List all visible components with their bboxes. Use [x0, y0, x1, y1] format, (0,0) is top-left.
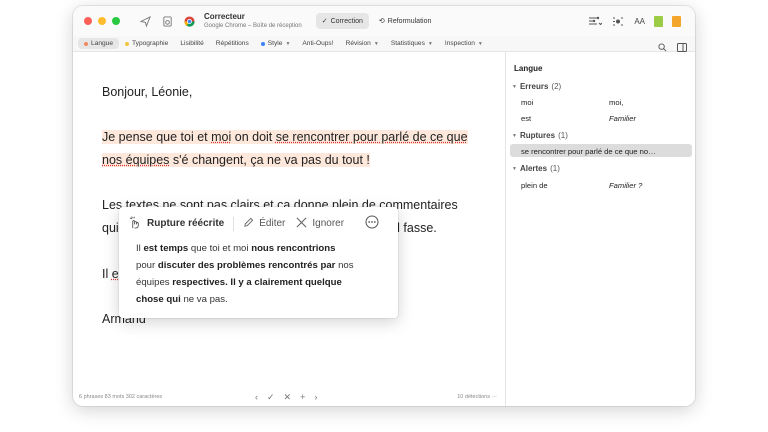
chevron-down-icon: ▼ — [512, 83, 517, 90]
rupture-text[interactable]: se rencontrer pour parlé de ce que — [276, 130, 468, 144]
category-label: Langue — [91, 40, 114, 47]
chevron-down-icon: ▼ — [427, 40, 433, 47]
chevron-down-icon: ▼ — [512, 165, 517, 172]
tab-reformulation-label: Reformulation — [387, 17, 432, 25]
category-label: Anti-Oups! — [302, 40, 334, 47]
category-label: Style — [267, 40, 283, 47]
category-anti-oups[interactable]: Anti-Oups! — [296, 38, 339, 49]
dictionary-green-icon[interactable] — [654, 15, 663, 27]
error-moi[interactable]: moi — [211, 130, 231, 144]
category-bar: Langue Typographie Lisibilité Répétition… — [73, 36, 695, 52]
group-ruptures[interactable]: ▼ Ruptures (1) — [512, 131, 568, 140]
document-stats: 6 phrases 83 mots 302 caractères — [79, 394, 163, 400]
accept-icon[interactable]: ✓ — [267, 392, 275, 403]
detection-navigation: ‹ ✓ ✕ + › — [255, 392, 317, 403]
add-icon[interactable]: + — [300, 392, 305, 403]
titlebar-tools: AA — [588, 14, 681, 28]
rewrite-hand-icon — [129, 215, 142, 232]
document-icon[interactable] — [160, 14, 174, 28]
category-label: Lisibilité — [180, 40, 204, 47]
category-typographie[interactable]: Typographie — [119, 38, 174, 49]
separator — [233, 216, 235, 231]
sidebar-title: Langue — [514, 64, 543, 73]
previous-icon[interactable]: ‹ — [255, 392, 258, 403]
dictionary-orange-icon[interactable] — [672, 15, 681, 27]
highlighted-text[interactable]: Je pense que toi et moi on doit se renco… — [102, 130, 468, 167]
ignore-button[interactable]: Ignorer — [312, 218, 344, 229]
minimize-window-button[interactable] — [98, 17, 106, 25]
group-erreurs[interactable]: ▼ Erreurs (2) — [512, 82, 561, 91]
close-window-button[interactable] — [84, 17, 92, 25]
typographie-dot — [125, 41, 130, 46]
send-icon[interactable] — [138, 14, 152, 28]
window-controls — [84, 17, 120, 25]
category-repetitions[interactable]: Répétitions — [210, 38, 255, 49]
rewrite-icon: ⟲ — [378, 18, 385, 25]
reject-icon[interactable]: ✕ — [284, 392, 292, 403]
rewrite-popover: Rupture réécrite Éditer Ignorer Il est t… — [119, 207, 398, 318]
close-icon[interactable] — [296, 217, 307, 231]
category-langue[interactable]: Langue — [78, 38, 120, 49]
langue-dot — [84, 41, 88, 46]
category-label: Révision — [345, 40, 371, 47]
greeting-line: Bonjour, Léonie, — [102, 85, 193, 99]
zoom-window-button[interactable] — [112, 17, 120, 25]
category-label: Statistiques — [390, 40, 425, 47]
app-subtitle: Google Chrome – Boîte de réception — [204, 23, 302, 29]
chevron-down-icon: ▼ — [512, 132, 517, 139]
checkmark-icon: ✓ — [321, 18, 328, 25]
detection-row[interactable]: plein de Familier ? — [521, 181, 691, 190]
chrome-icon — [182, 14, 196, 28]
pencil-icon[interactable] — [243, 217, 254, 231]
tab-correction[interactable]: ✓ Correction — [315, 13, 369, 29]
style-dot — [260, 41, 265, 46]
app-window: Correcteur Google Chrome – Boîte de réce… — [73, 6, 695, 406]
detection-row[interactable]: moi moi, — [521, 98, 691, 107]
detection-row-selected[interactable]: se rencontrer pour parlé de ce que no… — [521, 147, 691, 156]
category-label: Inspection — [444, 40, 475, 47]
detections-count[interactable]: 10 détections ··· — [457, 394, 497, 400]
group-alertes[interactable]: ▼ Alertes (1) — [512, 164, 560, 173]
sliders-icon[interactable] — [588, 14, 602, 28]
category-lisibilite[interactable]: Lisibilité — [174, 38, 209, 49]
title-bar: Correcteur Google Chrome – Boîte de réce… — [73, 6, 695, 36]
category-style[interactable]: Style ▼ — [255, 38, 297, 49]
category-revision[interactable]: Révision ▼ — [340, 38, 385, 49]
detections-sidebar: Langue ▼ Erreurs (2) moi moi, est Familie… — [505, 52, 695, 406]
category-label: Typographie — [132, 40, 169, 47]
next-icon[interactable]: › — [314, 392, 317, 403]
app-title: Correcteur — [204, 12, 245, 21]
category-statistiques[interactable]: Statistiques ▼ — [385, 38, 439, 49]
paragraph-1: Je pense que toi et moi on doit se renco… — [102, 126, 492, 172]
app-title-block: Correcteur Google Chrome – Boîte de réce… — [204, 12, 302, 30]
connections-icon[interactable] — [611, 14, 625, 28]
popover-toolbar: Rupture réécrite Éditer Ignorer — [129, 215, 379, 232]
category-inspection[interactable]: Inspection ▼ — [439, 38, 489, 49]
mode-switch: ✓ Correction ⟲ Reformulation — [315, 13, 438, 29]
detection-row[interactable]: est Familier — [521, 114, 691, 123]
more-options-icon[interactable] — [365, 215, 379, 232]
tab-reformulation[interactable]: ⟲ Reformulation — [373, 13, 437, 29]
tab-correction-label: Correction — [330, 17, 363, 25]
chevron-down-icon: ▼ — [373, 40, 379, 47]
chevron-down-icon: ▼ — [285, 40, 291, 47]
rewrite-suggestion[interactable]: Il est temps que toi et moi nous rencont… — [136, 240, 388, 308]
category-label: Répétitions — [215, 40, 249, 47]
chevron-down-icon: ▼ — [477, 40, 483, 47]
edit-button[interactable]: Éditer — [259, 218, 285, 229]
rewrite-label[interactable]: Rupture réécrite — [147, 218, 224, 229]
font-size-button[interactable]: AA — [634, 17, 645, 26]
